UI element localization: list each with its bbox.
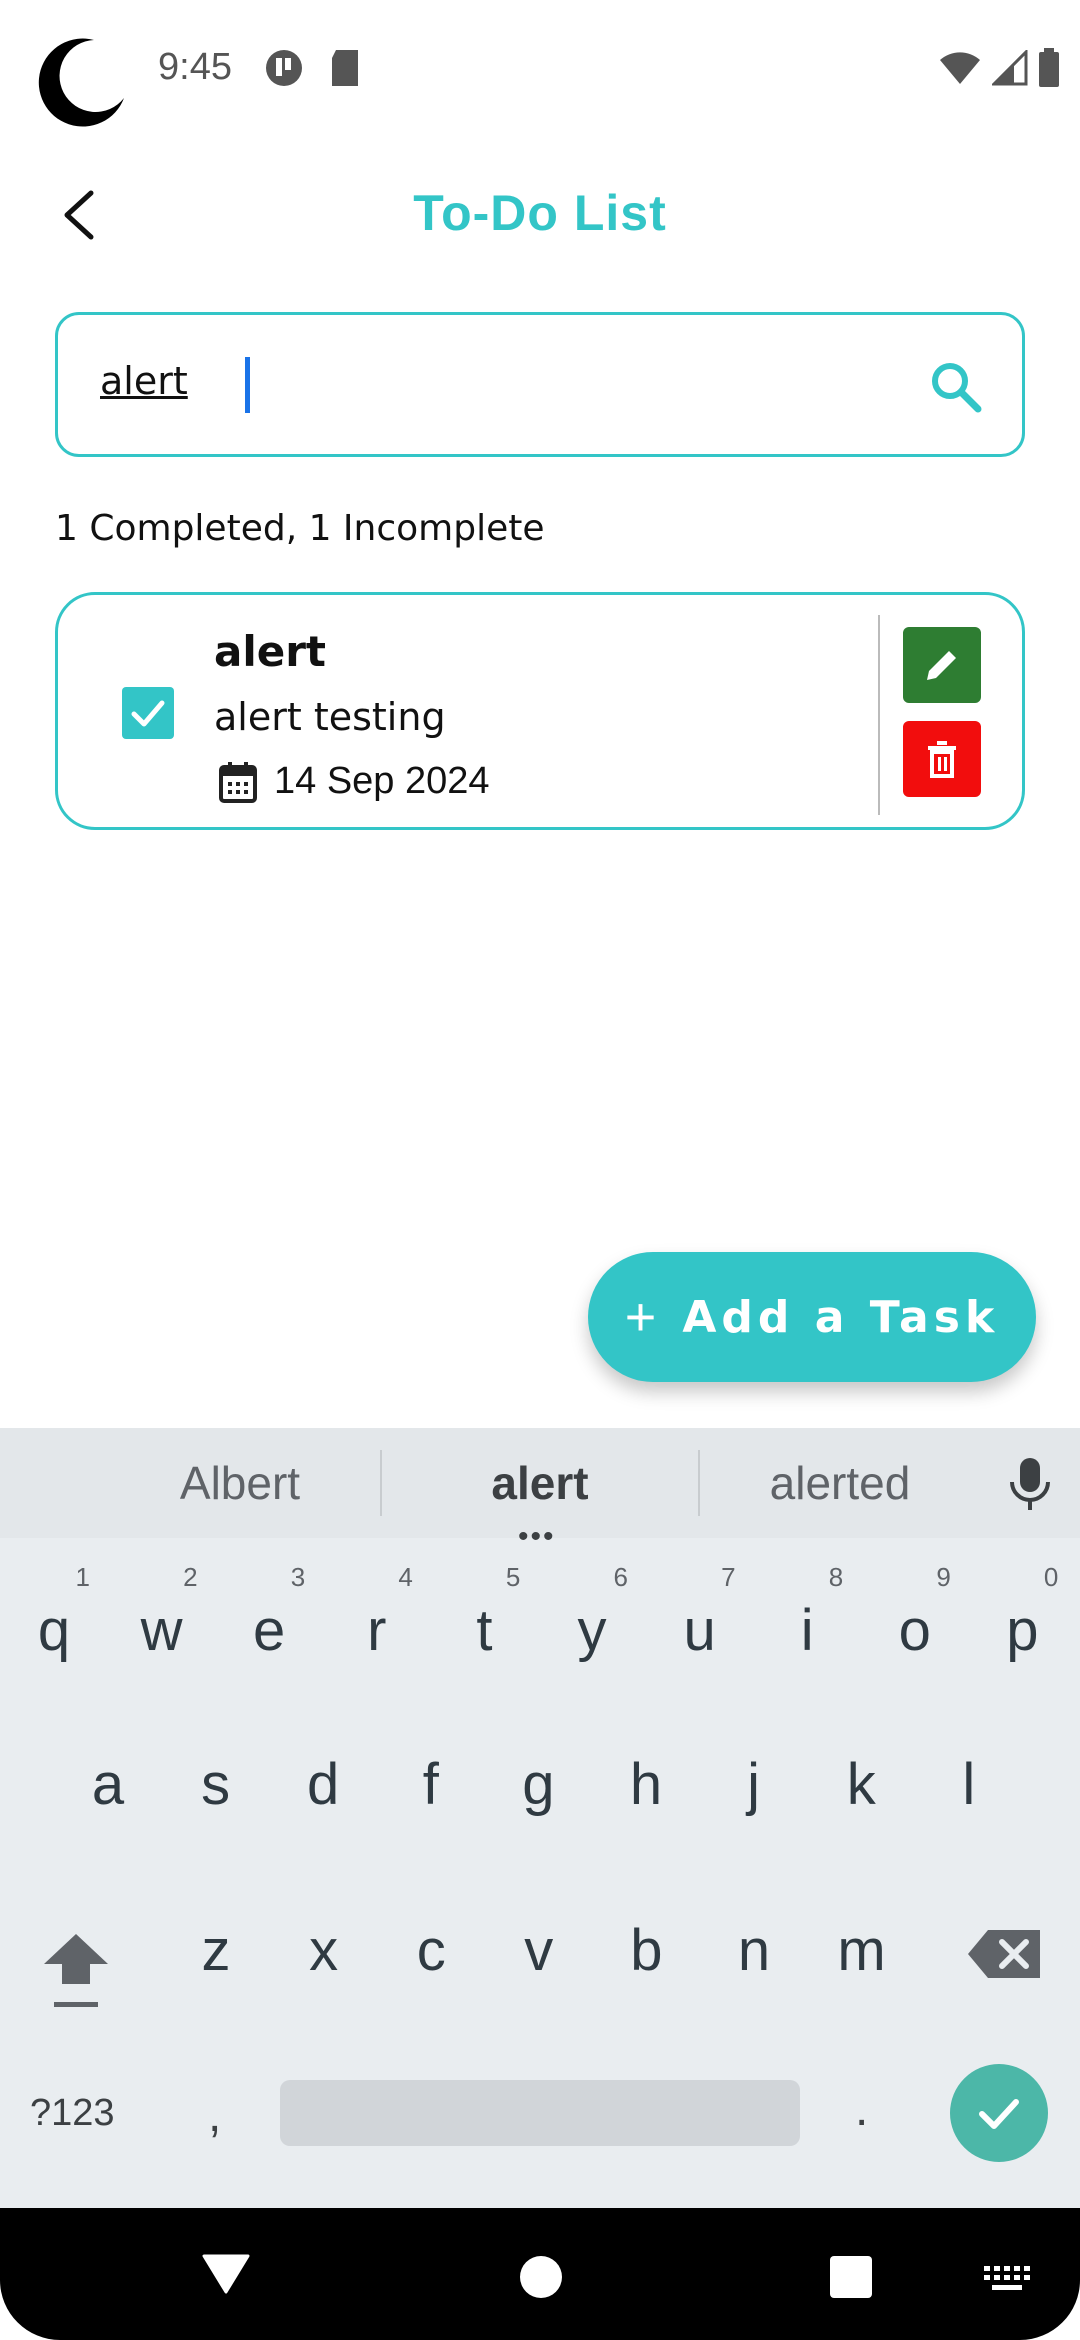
task-summary: 1 Completed, 1 Incomplete bbox=[55, 508, 545, 549]
check-icon bbox=[131, 700, 165, 727]
nav-recents-icon[interactable] bbox=[830, 2256, 872, 2298]
suggestion-2[interactable]: alert bbox=[390, 1456, 690, 1510]
key-hint-number: 2 bbox=[183, 1562, 198, 1592]
card-divider bbox=[878, 615, 880, 815]
symbols-key[interactable]: ?123 bbox=[30, 2092, 115, 2135]
key-c[interactable]: c bbox=[381, 1880, 481, 2020]
suggestion-strip: Albert alert ••• alerted bbox=[0, 1428, 1080, 1553]
calendar-icon bbox=[219, 761, 257, 803]
key-l[interactable]: l bbox=[919, 1714, 1019, 1854]
comma-key[interactable]: , bbox=[208, 2088, 221, 2143]
key-hint-number: 8 bbox=[828, 1562, 844, 1592]
key-w[interactable]: 2w bbox=[112, 1548, 212, 1688]
key-q[interactable]: 1q bbox=[4, 1548, 104, 1688]
key-b[interactable]: b bbox=[596, 1880, 696, 2020]
search-icon[interactable] bbox=[926, 357, 986, 417]
key-letter: r bbox=[367, 1597, 387, 1663]
nav-home-icon[interactable] bbox=[520, 2256, 562, 2298]
key-hint-number: 5 bbox=[505, 1562, 521, 1592]
key-letter: y bbox=[577, 1597, 607, 1663]
moon-icon bbox=[38, 38, 124, 127]
key-g[interactable]: g bbox=[488, 1714, 588, 1854]
key-n[interactable]: n bbox=[704, 1880, 804, 2020]
key-a[interactable]: a bbox=[58, 1714, 158, 1854]
key-letter: u bbox=[683, 1597, 716, 1663]
key-t[interactable]: 5t bbox=[434, 1548, 534, 1688]
key-e[interactable]: 3e bbox=[219, 1548, 319, 1688]
system-nav-bar bbox=[0, 2208, 1080, 2340]
add-task-button[interactable]: + Add a Task bbox=[588, 1252, 1036, 1382]
key-hint-number: 9 bbox=[936, 1562, 951, 1592]
key-r[interactable]: 4r bbox=[327, 1548, 427, 1688]
status-right-icons bbox=[938, 48, 1060, 88]
key-s[interactable]: s bbox=[166, 1714, 266, 1854]
key-f[interactable]: f bbox=[381, 1714, 481, 1854]
space-bar[interactable] bbox=[280, 2080, 800, 2146]
key-d[interactable]: d bbox=[273, 1714, 373, 1854]
period-key[interactable]: . bbox=[855, 2082, 868, 2137]
keyboard-switch-icon[interactable] bbox=[982, 2264, 1032, 2294]
search-field[interactable]: alert bbox=[55, 312, 1025, 457]
edit-button[interactable] bbox=[903, 627, 981, 703]
key-v[interactable]: v bbox=[489, 1880, 589, 2020]
key-hint-number: 4 bbox=[398, 1562, 413, 1592]
backspace-icon[interactable] bbox=[966, 1924, 1046, 1984]
key-letter: o bbox=[898, 1597, 931, 1663]
key-letter: q bbox=[37, 1597, 71, 1663]
status-bar: 9:45 bbox=[0, 0, 1080, 130]
status-time: 9:45 bbox=[158, 46, 232, 88]
nav-back-icon[interactable] bbox=[202, 2252, 250, 2294]
wifi-icon bbox=[940, 52, 980, 84]
microphone-icon[interactable] bbox=[1006, 1456, 1054, 1512]
app-header: To-Do List bbox=[0, 160, 1080, 270]
suggestion-1[interactable]: Albert bbox=[90, 1456, 390, 1510]
key-i[interactable]: 8i bbox=[757, 1548, 857, 1688]
page-title: To-Do List bbox=[413, 185, 667, 241]
key-k[interactable]: k bbox=[811, 1714, 911, 1854]
key-z[interactable]: z bbox=[166, 1880, 266, 2020]
search-input[interactable]: alert bbox=[100, 359, 188, 403]
suggestion-divider bbox=[380, 1450, 382, 1516]
key-letter: i bbox=[800, 1597, 814, 1663]
task-description: alert testing bbox=[214, 695, 446, 739]
add-task-label: Add a Task bbox=[682, 1291, 1000, 1343]
key-p[interactable]: 0p bbox=[972, 1548, 1072, 1688]
key-hint-number: 3 bbox=[290, 1562, 306, 1592]
battery-icon bbox=[1039, 48, 1059, 87]
soft-keyboard: Albert alert ••• alerted 1q2w3e4r5t6y7u8… bbox=[0, 1428, 1080, 2208]
task-title: alert bbox=[214, 627, 327, 676]
enter-key[interactable] bbox=[950, 2064, 1048, 2162]
key-letter: p bbox=[1006, 1597, 1039, 1663]
key-letter: t bbox=[476, 1597, 493, 1663]
task-card[interactable]: alert alert testing 14 Sep 2024 bbox=[55, 592, 1025, 830]
key-u[interactable]: 7u bbox=[650, 1548, 750, 1688]
trash-icon bbox=[928, 741, 956, 778]
shift-icon[interactable] bbox=[36, 1918, 116, 2018]
delete-button[interactable] bbox=[903, 721, 981, 797]
suggestion-3[interactable]: alerted bbox=[690, 1456, 990, 1510]
key-j[interactable]: j bbox=[704, 1714, 804, 1854]
check-icon bbox=[979, 2099, 1019, 2129]
sd-card-icon bbox=[332, 50, 358, 86]
key-hint-number: 0 bbox=[1043, 1562, 1059, 1592]
plus-icon: + bbox=[624, 1287, 657, 1347]
key-o[interactable]: 9o bbox=[865, 1548, 965, 1688]
key-h[interactable]: h bbox=[596, 1714, 696, 1854]
key-y[interactable]: 6y bbox=[542, 1548, 642, 1688]
key-hint-number: 6 bbox=[613, 1562, 628, 1592]
app-notification-icon bbox=[266, 50, 302, 86]
signal-icon bbox=[992, 50, 1028, 86]
task-checkbox[interactable] bbox=[122, 687, 174, 739]
key-x[interactable]: x bbox=[274, 1880, 374, 2020]
key-letter: e bbox=[253, 1597, 286, 1663]
task-date-row: 14 Sep 2024 bbox=[218, 760, 490, 803]
key-hint-number: 1 bbox=[75, 1562, 90, 1592]
pencil-icon bbox=[927, 651, 956, 680]
key-m[interactable]: m bbox=[812, 1880, 912, 2020]
key-hint-number: 7 bbox=[721, 1562, 736, 1592]
text-cursor bbox=[245, 357, 250, 413]
task-date: 14 Sep 2024 bbox=[274, 760, 490, 802]
key-letter: w bbox=[140, 1597, 183, 1663]
